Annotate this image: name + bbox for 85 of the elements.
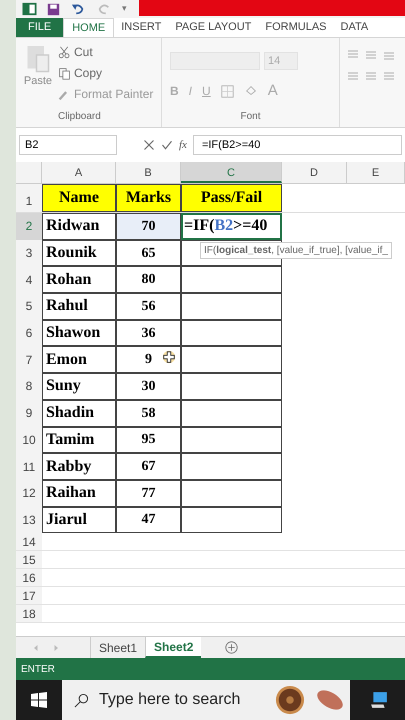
row-number: 17 <box>16 587 42 604</box>
start-icon[interactable] <box>31 692 47 708</box>
add-sheet-icon[interactable] <box>225 641 238 654</box>
row-number: 6 <box>16 320 42 346</box>
table-header-cell: Pass/Fail <box>181 184 282 212</box>
column-header[interactable]: C <box>181 162 282 183</box>
row-number: 8 <box>16 373 42 400</box>
save-icon[interactable] <box>47 2 60 16</box>
cancel-icon <box>143 139 155 151</box>
table-cell: 77 <box>116 480 181 507</box>
column-header[interactable]: D <box>282 162 347 183</box>
table-cell: Raihan <box>42 480 116 507</box>
row-number: 18 <box>16 605 42 622</box>
copy-icon <box>58 66 71 80</box>
column-header[interactable]: E <box>347 162 405 183</box>
table-cell: 58 <box>116 400 181 426</box>
name-box[interactable]: B2 <box>19 135 117 155</box>
table-cell: 9 <box>116 346 181 374</box>
row-number: 4 <box>16 266 42 294</box>
row-number: 1 <box>16 184 42 212</box>
table-cell: Shadin <box>42 400 116 426</box>
table-cell: 56 <box>116 293 181 320</box>
undo-icon[interactable] <box>70 2 86 16</box>
row-number: 11 <box>16 453 42 480</box>
table-cell: Rabby <box>42 453 116 480</box>
table-cell: Jiarul <box>42 506 116 534</box>
row-number: 13 <box>16 506 42 534</box>
insert-function-button[interactable]: fx <box>179 136 187 154</box>
table-cell: 80 <box>116 266 181 294</box>
group-label: Clipboard <box>57 110 102 124</box>
row-number: 7 <box>16 346 42 374</box>
row-number: 12 <box>16 480 42 507</box>
formula-field[interactable]: =IF(B2>=40 <box>192 135 402 155</box>
scissors-icon <box>58 46 71 58</box>
customize-toolbar-button[interactable]: ▾ <box>122 2 127 16</box>
table-cell: Rahul <box>42 293 116 320</box>
scroll-left-icon <box>32 644 40 652</box>
row-number: 3 <box>16 240 42 266</box>
donut-icon <box>275 685 305 715</box>
status-text: ENTER <box>21 662 55 676</box>
row-number: 2 <box>16 213 42 240</box>
computer-icon[interactable] <box>370 691 388 709</box>
editing-cell[interactable]: =IF(B2>=40 <box>181 213 282 240</box>
search-icon <box>74 692 89 708</box>
table-cell: Suny <box>42 373 116 400</box>
sheet-tab[interactable]: Sheet2 <box>145 637 202 658</box>
cut-button[interactable]: Cut <box>74 43 93 61</box>
group-label: Font <box>240 110 260 124</box>
table-cell: Rohan <box>42 266 116 294</box>
table-cell: 30 <box>116 373 181 400</box>
ribbon-tab[interactable]: FORMULAS <box>258 18 334 37</box>
taskbar-search-field[interactable]: Type here to search <box>62 680 350 720</box>
table-cell: Tamim <box>42 426 116 454</box>
row-number: 5 <box>16 293 42 320</box>
table-cell: Ridwan <box>42 213 116 240</box>
ribbon-tab[interactable]: PAGE LAYOUT <box>168 18 258 37</box>
row-number: 15 <box>16 551 42 568</box>
confirm-icon <box>161 139 173 151</box>
search-placeholder: Type here to search <box>99 690 240 710</box>
copy-button[interactable]: Copy <box>74 64 102 82</box>
table-cell: 65 <box>116 240 181 266</box>
table-cell: 47 <box>116 506 181 534</box>
scroll-right-icon <box>52 644 60 652</box>
row-number: 14 <box>16 533 42 550</box>
function-tooltip: IF(logical_test, [value_if_true], [value_if_ <box>200 242 392 259</box>
borders-icon <box>220 84 234 98</box>
table-cell: 95 <box>116 426 181 454</box>
spreadsheet-app-icon[interactable] <box>22 2 37 16</box>
table-cell: Rounik <box>42 240 116 266</box>
ribbon-tab[interactable]: DATA <box>334 18 376 37</box>
table-cell: 70 <box>116 213 181 240</box>
table-header-cell: Marks <box>116 184 181 212</box>
row-number: 16 <box>16 569 42 586</box>
ribbon-tab[interactable]: FILE <box>16 18 64 37</box>
row-number: 9 <box>16 400 42 426</box>
table-header-cell: Name <box>42 184 116 212</box>
table-cell: 36 <box>116 320 181 346</box>
ribbon-tab[interactable]: INSERT <box>114 18 168 37</box>
row-number: 10 <box>16 426 42 454</box>
ribbon-tab[interactable]: HOME <box>63 18 114 37</box>
cursor-icon <box>162 350 176 364</box>
table-cell: Shawon <box>42 320 116 346</box>
table-cell: 67 <box>116 453 181 480</box>
column-header[interactable]: A <box>42 162 116 183</box>
table-cell: Emon <box>42 346 116 374</box>
